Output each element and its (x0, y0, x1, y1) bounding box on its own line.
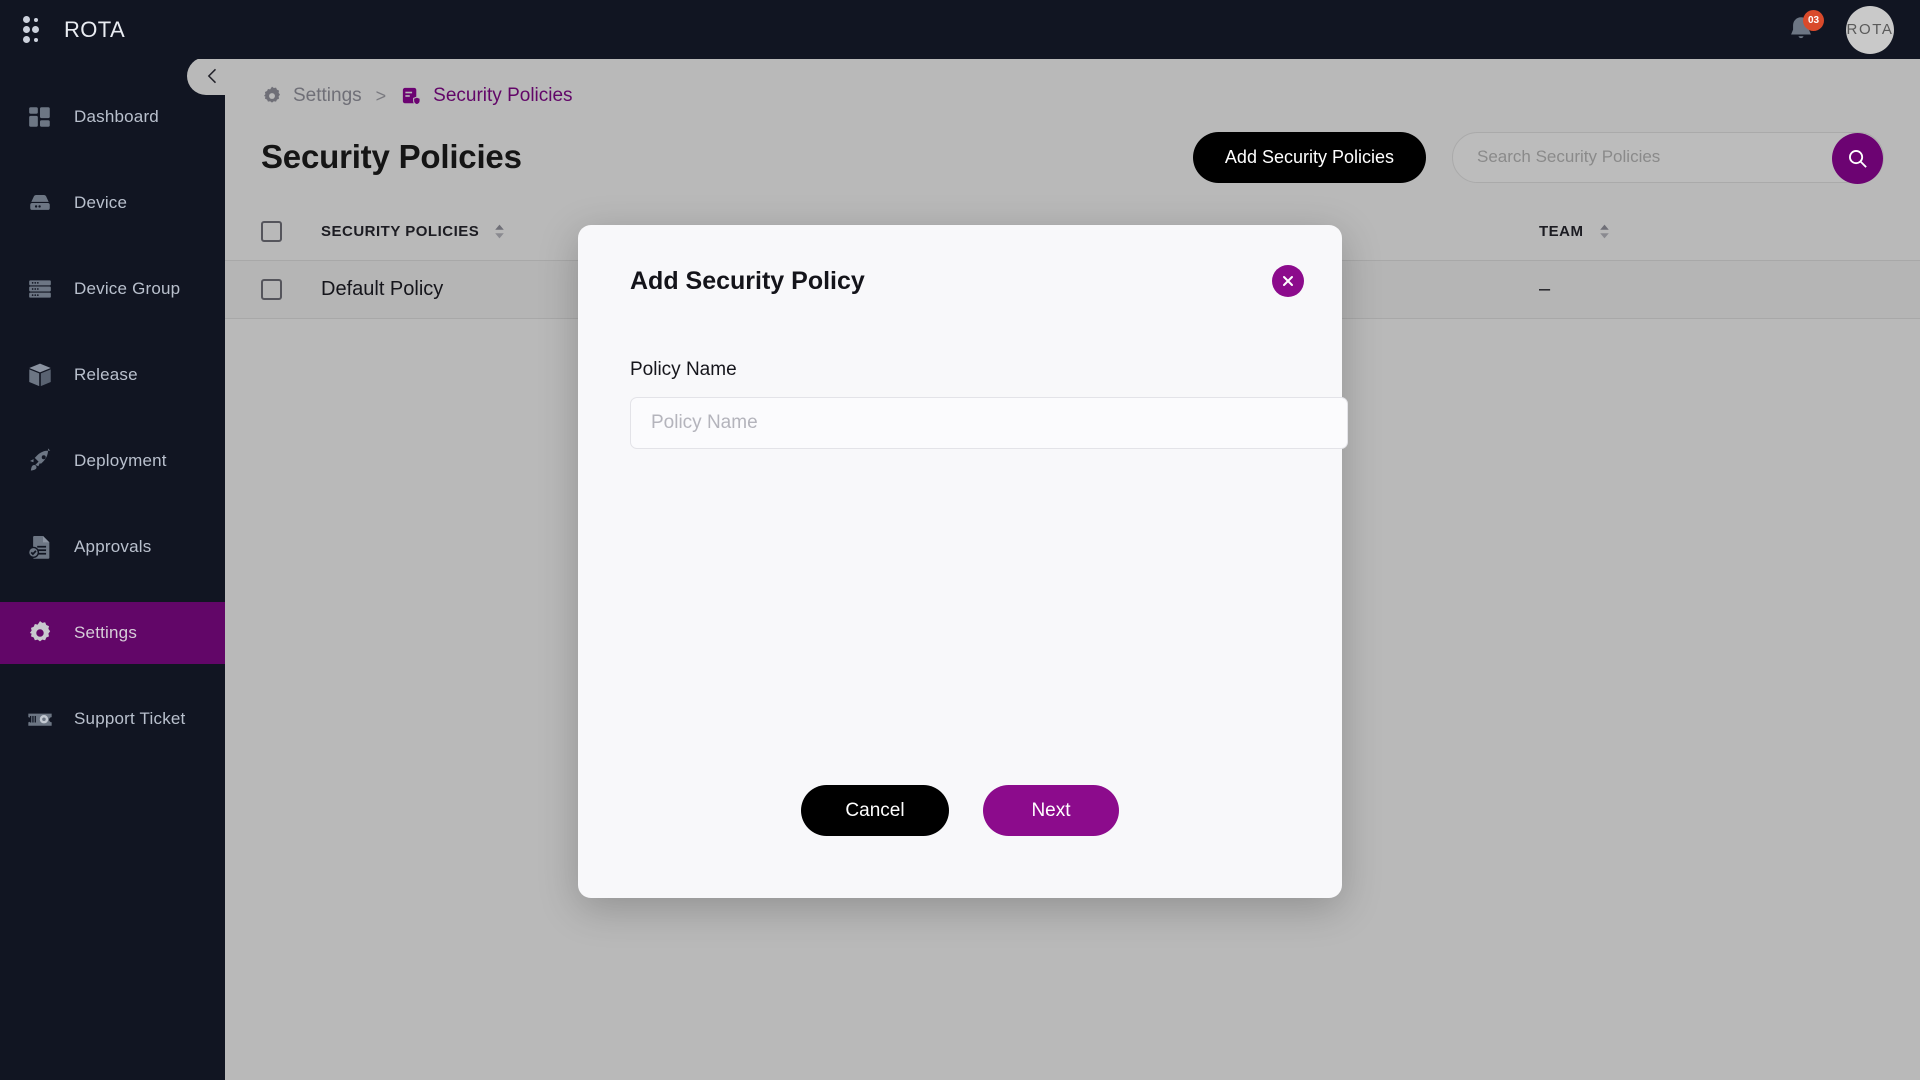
sidebar-item-label: Dashboard (74, 107, 159, 126)
sidebar-item-settings[interactable]: Settings (0, 602, 225, 664)
sidebar-collapse-button[interactable] (187, 57, 239, 95)
page-actions: Add Security Policies (1192, 131, 1884, 184)
policy-name-input[interactable] (630, 397, 1348, 449)
breadcrumb-label: Security Policies (433, 85, 573, 106)
column-label: SECURITY POLICIES (321, 223, 480, 240)
sidebar-item-label: Support Ticket (74, 709, 186, 728)
search-input[interactable] (1453, 132, 1883, 182)
modal-title: Add Security Policy (630, 266, 865, 295)
team-text: – (1539, 278, 1551, 300)
modal-header: Add Security Policy (578, 225, 1342, 297)
page-header: Security Policies Add Security Policies (225, 111, 1920, 189)
ticket-gear-icon (24, 703, 56, 735)
gear-icon (24, 617, 56, 649)
select-all-checkbox[interactable] (261, 221, 282, 242)
sidebar-item-approvals[interactable]: Approvals (0, 516, 225, 578)
sidebar-item-label: Approvals (74, 537, 152, 556)
rocket-icon (24, 445, 56, 477)
avatar[interactable]: ROTA (1846, 5, 1894, 54)
modal-body: Policy Name (578, 297, 1348, 785)
close-x-icon (1283, 276, 1293, 286)
app-root: ROTA 03 ROTA Dashboard Device Device Gro… (0, 0, 1920, 1080)
gear-icon (264, 86, 280, 103)
sidebar-item-support-ticket[interactable]: Support Ticket (0, 688, 225, 750)
notification-bell-button[interactable]: 03 (1784, 9, 1824, 47)
sidebar-item-label: Release (74, 365, 138, 384)
add-security-policy-modal: Add Security Policy Policy Name Cancel N… (578, 225, 1348, 898)
modal-close-button[interactable] (1272, 265, 1304, 297)
policy-name-text: Default Policy (321, 278, 444, 300)
breadcrumb-separator: > (375, 85, 387, 106)
select-all-cell (261, 221, 321, 242)
dashboard-grid-icon (24, 101, 56, 133)
policy-name-label: Policy Name (630, 359, 737, 380)
row-select-cell (261, 279, 321, 300)
sidebar: Dashboard Device Device Group Release De… (0, 59, 225, 1080)
dot-grid-icon (22, 15, 48, 45)
chevron-left-icon (207, 68, 217, 84)
sort-icon[interactable] (493, 224, 506, 239)
package-box-icon (24, 359, 56, 391)
column-header-team[interactable]: TEAM (1539, 223, 1920, 240)
cell-team: – (1539, 278, 1920, 301)
breadcrumb: Settings > Security Policies (225, 59, 1920, 111)
notification-count-badge: 03 (1803, 9, 1824, 31)
policy-shield-icon (403, 87, 421, 105)
search-icon (1849, 149, 1867, 168)
brand-name: ROTA (64, 16, 126, 42)
server-rack-icon (24, 273, 56, 305)
brand[interactable]: ROTA (0, 15, 125, 45)
next-button[interactable]: Next (983, 785, 1119, 836)
page-title: Security Policies (261, 138, 522, 175)
column-label: TEAM (1539, 223, 1584, 240)
add-security-policies-button[interactable]: Add Security Policies (1192, 131, 1426, 183)
sidebar-item-label: Device (74, 193, 128, 212)
sidebar-item-label: Device Group (74, 279, 181, 298)
sidebar-item-deployment[interactable]: Deployment (0, 430, 225, 492)
search-button[interactable] (1832, 132, 1883, 184)
breadcrumb-item-settings[interactable]: Settings (261, 85, 362, 107)
sidebar-item-release[interactable]: Release (0, 344, 225, 406)
search-bar (1452, 131, 1884, 184)
top-bar: ROTA 03 ROTA (0, 0, 1920, 59)
sidebar-item-device-group[interactable]: Device Group (0, 258, 225, 320)
top-bar-actions: 03 ROTA (1784, 5, 1920, 54)
sidebar-item-label: Deployment (74, 451, 167, 470)
row-checkbox[interactable] (261, 279, 282, 300)
sidebar-item-dashboard[interactable]: Dashboard (0, 86, 225, 148)
document-check-icon (24, 531, 56, 563)
breadcrumb-item-security-policies[interactable]: Security Policies (400, 85, 573, 108)
sort-icon[interactable] (1598, 224, 1611, 239)
breadcrumb-label: Settings (293, 85, 362, 106)
cancel-button[interactable]: Cancel (801, 785, 949, 836)
sidebar-item-device[interactable]: Device (0, 172, 225, 234)
sidebar-item-label: Settings (74, 623, 138, 642)
modal-footer: Cancel Next (578, 785, 1342, 898)
device-disk-icon (24, 187, 56, 219)
